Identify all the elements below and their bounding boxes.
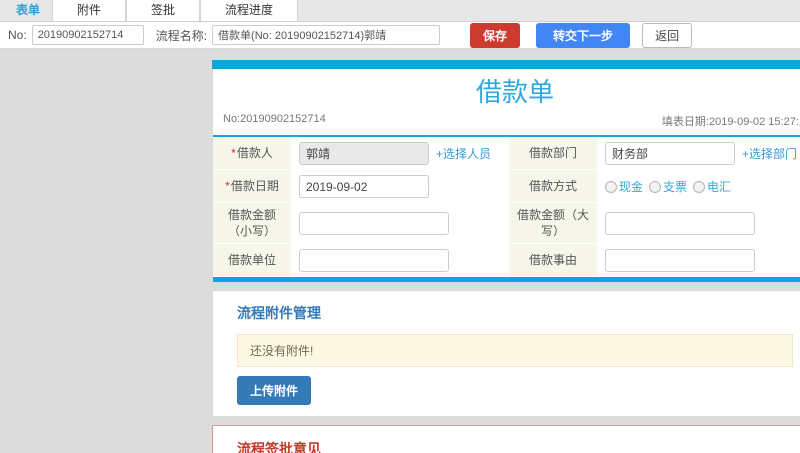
form-grid: * 借款人 +选择人员 借款部门 +选择部门 * 借款日期 xyxy=(213,137,800,277)
form-meta-row: No:20190902152714 填表日期:2019-09-02 15:27:… xyxy=(213,111,800,137)
form-title: 借款单 xyxy=(475,77,554,107)
amount-upper-label: 借款金额（大写） xyxy=(516,208,589,238)
amount-lower-field-cell xyxy=(291,203,509,244)
flow-name-label: 流程名称: xyxy=(155,28,208,43)
tab-bar: 表单 附件 签批 流程进度 xyxy=(0,0,800,22)
reason-field-cell xyxy=(597,244,800,277)
reason-label: 借款事由 xyxy=(528,253,577,267)
dept-field-cell: +选择部门 xyxy=(597,137,800,170)
radio-wire[interactable]: 电汇 xyxy=(693,178,731,195)
date-label: 借款日期 xyxy=(230,179,279,193)
attachments-title: 流程附件管理 xyxy=(237,305,321,321)
approval-title: 流程签批意见 xyxy=(237,441,321,453)
forward-next-step-button[interactable]: 转交下一步 xyxy=(536,22,631,48)
loan-form-card: 借款单 No:20190902152714 填表日期:2019-09-02 15… xyxy=(212,69,800,283)
reason-label-cell: 借款事由 xyxy=(509,244,597,277)
main-area: 借款单 No:20190902152714 填表日期:2019-09-02 15… xyxy=(0,49,800,453)
method-field-cell: 现金 支票 电汇 xyxy=(597,170,800,203)
loan-date-input[interactable] xyxy=(299,175,429,198)
no-label: No: xyxy=(8,28,27,42)
radio-icon xyxy=(693,180,706,193)
radio-icon xyxy=(605,180,617,193)
amount-upper-input[interactable] xyxy=(605,212,755,235)
unit-label-cell: 借款单位 xyxy=(213,244,291,277)
loan-form-panel: 借款单 No:20190902152714 填表日期:2019-09-02 15… xyxy=(212,60,800,453)
tab-progress[interactable]: 流程进度 xyxy=(200,0,299,21)
approval-card: 流程签批意见 B I abc xyxy=(212,425,800,453)
radio-cheque-label: 支票 xyxy=(663,180,688,194)
form-date-text: 填表日期:2019-09-02 15:27:1 xyxy=(661,116,800,128)
borrower-label: 借款人 xyxy=(236,146,273,160)
select-dept-link[interactable]: +选择部门 xyxy=(742,145,797,162)
radio-cash-label: 现金 xyxy=(619,180,644,194)
no-input[interactable] xyxy=(31,25,144,45)
reason-input[interactable] xyxy=(605,249,755,272)
required-marker: * xyxy=(231,146,236,160)
no-attachments-alert: 还没有附件! xyxy=(237,334,793,367)
radio-wire-label: 电汇 xyxy=(707,180,732,194)
upload-attachment-button[interactable]: 上传附件 xyxy=(237,376,312,405)
borrower-input[interactable] xyxy=(299,142,429,165)
date-field-cell xyxy=(291,170,509,203)
dept-label-cell: 借款部门 xyxy=(509,137,597,170)
dept-label: 借款部门 xyxy=(528,146,577,160)
amount-lower-label: 借款金额（小写） xyxy=(227,208,276,238)
tab-form[interactable]: 表单 xyxy=(4,0,52,21)
back-button[interactable]: 返回 xyxy=(642,22,693,48)
radio-cheque[interactable]: 支票 xyxy=(649,178,687,195)
amount-lower-label-cell: 借款金额（小写） xyxy=(213,203,291,244)
method-label-cell: 借款方式 xyxy=(509,170,597,203)
panel-top-bar xyxy=(212,60,800,69)
tab-approval[interactable]: 签批 xyxy=(126,0,201,21)
select-person-link[interactable]: +选择人员 xyxy=(436,145,491,162)
flow-name-input[interactable] xyxy=(212,25,441,45)
unit-label: 借款单位 xyxy=(227,253,276,267)
save-button[interactable]: 保存 xyxy=(470,22,521,48)
method-label: 借款方式 xyxy=(528,179,577,193)
borrower-field-cell: +选择人员 xyxy=(291,137,509,170)
amount-upper-field-cell xyxy=(597,203,800,244)
form-no-text: No:20190902152714 xyxy=(223,113,326,125)
required-marker: * xyxy=(225,179,230,193)
tab-attachments[interactable]: 附件 xyxy=(52,0,127,21)
unit-input[interactable] xyxy=(299,249,449,272)
date-label-cell: * 借款日期 xyxy=(213,170,291,203)
radio-cash[interactable]: 现金 xyxy=(605,178,643,195)
amount-upper-label-cell: 借款金额（大写） xyxy=(509,203,597,244)
amount-lower-input[interactable] xyxy=(299,212,449,235)
attachments-card: 流程附件管理 还没有附件! 上传附件 xyxy=(212,290,800,417)
dept-input[interactable] xyxy=(605,142,735,165)
radio-icon xyxy=(649,180,662,193)
action-toolbar: No: 流程名称: 保存 转交下一步 返回 xyxy=(0,22,800,49)
borrower-label-cell: * 借款人 xyxy=(213,137,291,170)
unit-field-cell xyxy=(291,244,509,277)
panel-bottom-bar xyxy=(213,277,800,282)
